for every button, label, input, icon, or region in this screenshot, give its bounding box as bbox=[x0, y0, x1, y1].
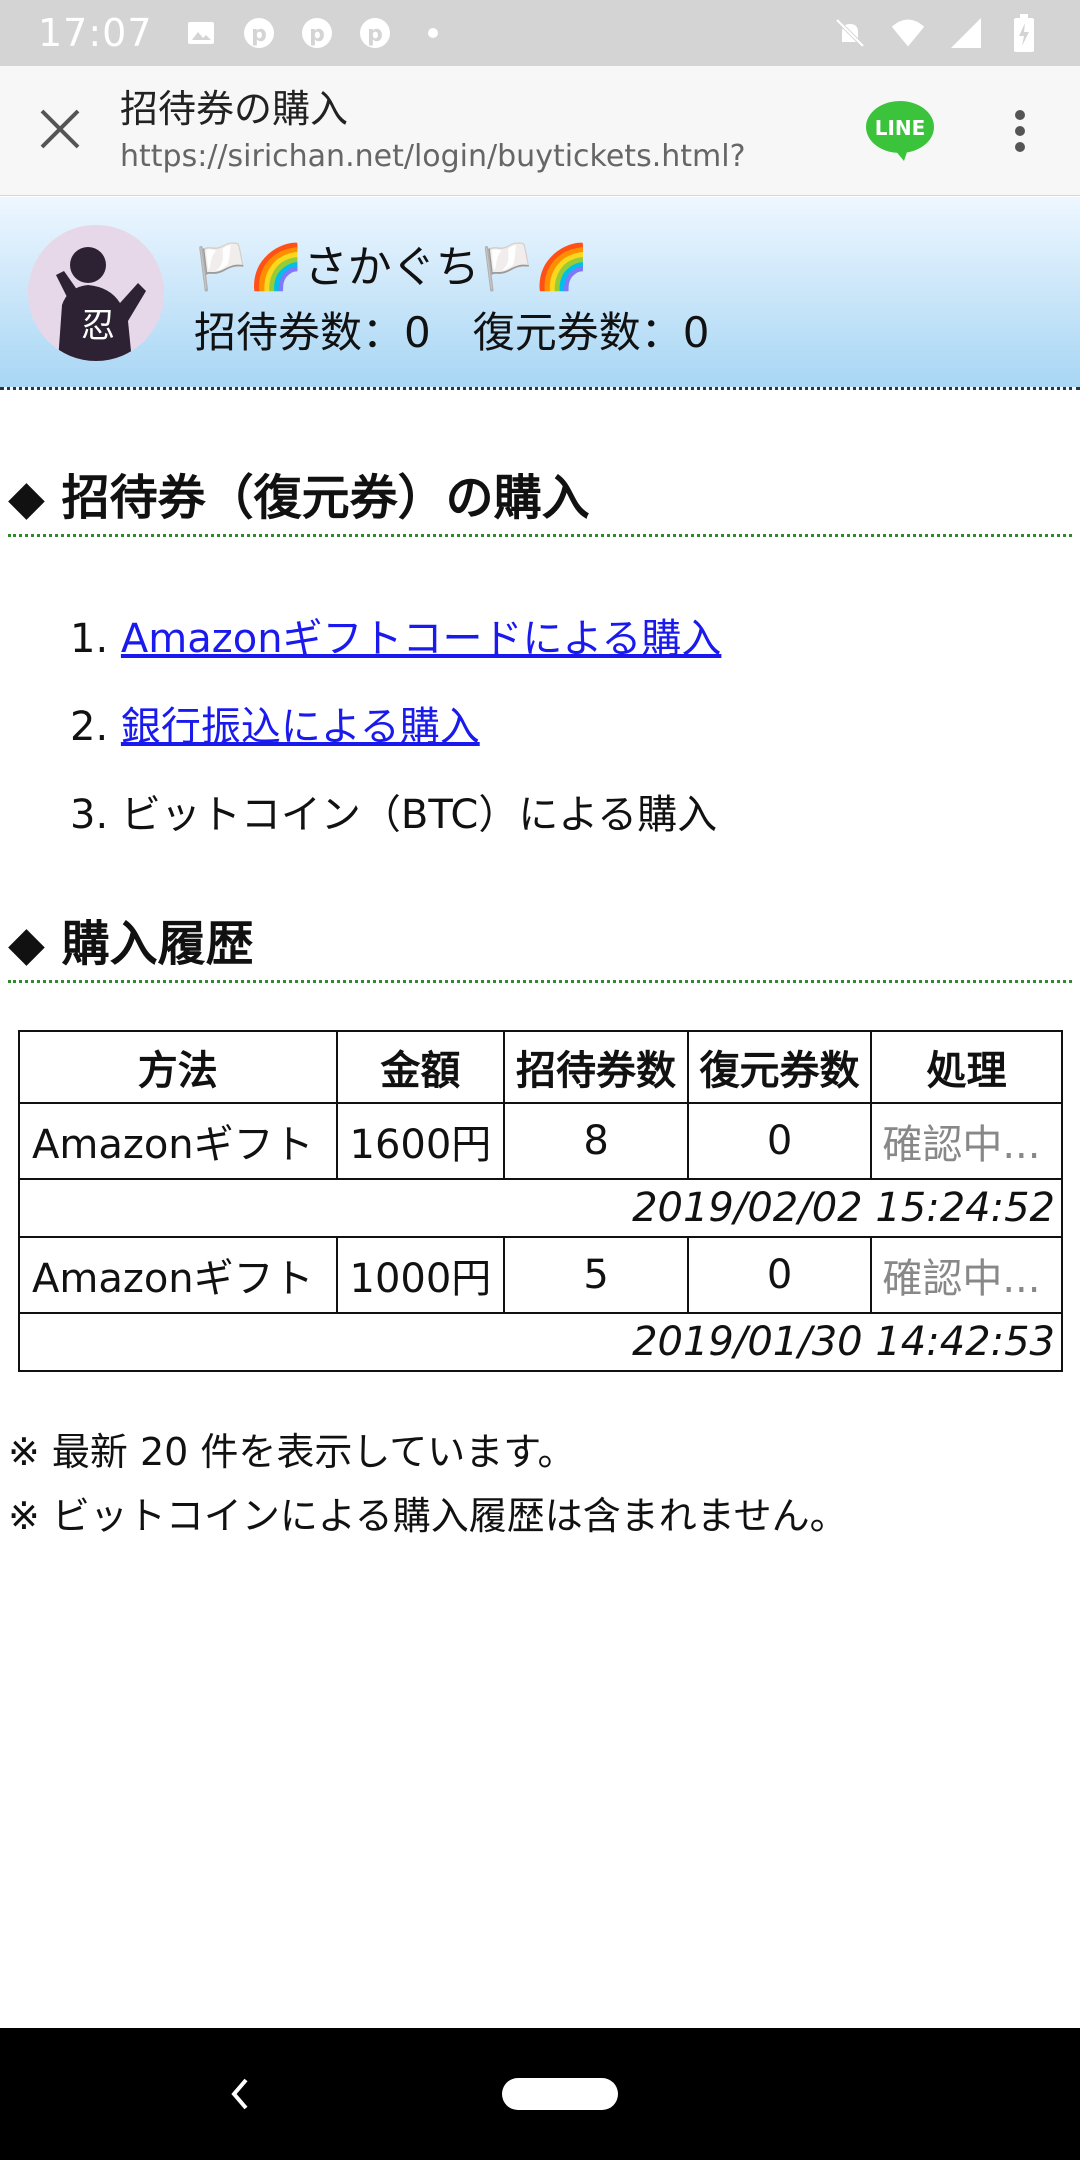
purchase-option-bitcoin: 3. ビットコイン（BTC）による購入 bbox=[70, 771, 721, 859]
back-button[interactable] bbox=[210, 2064, 270, 2124]
page-title-block: 招待券の購入 https://sirichan.net/login/buytic… bbox=[120, 85, 850, 177]
do-not-disturb-icon bbox=[832, 15, 868, 51]
pinterest-notification-icon: p bbox=[299, 15, 335, 51]
column-header-status: 処理 bbox=[870, 1030, 1063, 1104]
svg-text:p: p bbox=[309, 22, 325, 47]
history-section-heading: ◆ 購入履歴 bbox=[8, 904, 1072, 983]
back-chevron-icon bbox=[231, 2078, 248, 2110]
cell-method: Amazonギフト bbox=[18, 1102, 338, 1180]
signal-icon bbox=[948, 15, 984, 51]
image-notification-icon bbox=[183, 15, 219, 51]
avatar-char: 忍 bbox=[81, 306, 115, 346]
status-time: 17:07 bbox=[38, 11, 153, 55]
svg-text:p: p bbox=[367, 22, 383, 47]
table-row: Amazonギフト 1000円 5 0 確認中... bbox=[18, 1236, 1063, 1314]
wifi-icon bbox=[890, 15, 926, 51]
home-button[interactable] bbox=[502, 2078, 618, 2110]
cell-amount: 1600円 bbox=[335, 1102, 506, 1180]
svg-text:p: p bbox=[251, 22, 267, 47]
note-bitcoin-excluded: ※ ビットコインによる購入履歴は含まれません。 bbox=[8, 1494, 848, 1538]
line-share-button[interactable]: LINE bbox=[850, 66, 950, 196]
overflow-menu-button[interactable] bbox=[980, 66, 1060, 196]
cell-amount: 1000円 bbox=[335, 1236, 506, 1314]
table-row-timestamp: 2019/01/30 14:42:53 bbox=[18, 1312, 1063, 1372]
more-notifications-dot-icon bbox=[415, 15, 451, 51]
cell-timestamp: 2019/02/02 15:24:52 bbox=[18, 1178, 1063, 1238]
pinterest-notification-icon: p bbox=[241, 15, 277, 51]
pinterest-notification-icon: p bbox=[357, 15, 393, 51]
navigation-bar bbox=[0, 2028, 1080, 2160]
close-icon bbox=[38, 107, 82, 155]
column-header-restores: 復元券数 bbox=[686, 1030, 873, 1104]
avatar[interactable]: 忍 bbox=[28, 225, 164, 361]
line-icon: LINE bbox=[866, 100, 934, 161]
purchase-options-list: 1. Amazonギフトコードによる購入 2. 銀行振込による購入 3. ビット… bbox=[70, 595, 721, 859]
cell-invites: 8 bbox=[503, 1102, 689, 1180]
cell-restores: 0 bbox=[686, 1236, 873, 1314]
user-name: 🏳️🌈さかぐち🏳️🌈 bbox=[194, 242, 590, 293]
list-number: 2. bbox=[70, 704, 109, 750]
ninja-avatar-icon: 忍 bbox=[28, 225, 164, 361]
purchase-section-heading: ◆ 招待券（復元券）の購入 bbox=[8, 458, 1072, 537]
cell-method: Amazonギフト bbox=[18, 1236, 338, 1314]
table-header-row: 方法 金額 招待券数 復元券数 処理 bbox=[18, 1030, 1063, 1104]
list-number: 1. bbox=[70, 616, 109, 662]
cell-invites: 5 bbox=[503, 1236, 689, 1314]
column-header-invites: 招待券数 bbox=[503, 1030, 689, 1104]
cell-status: 確認中... bbox=[870, 1236, 1063, 1314]
close-button[interactable] bbox=[0, 66, 120, 196]
more-vert-icon bbox=[1015, 109, 1025, 152]
column-header-amount: 金額 bbox=[335, 1030, 506, 1104]
purchase-option-bank: 2. 銀行振込による購入 bbox=[70, 683, 721, 771]
profile-header: 忍 🏳️🌈さかぐち🏳️🌈 招待券数：0 復元券数：0 bbox=[0, 197, 1080, 390]
purchase-history-table: 方法 金額 招待券数 復元券数 処理 Amazonギフト 1600円 8 0 確… bbox=[18, 1030, 1063, 1372]
cell-timestamp: 2019/01/30 14:42:53 bbox=[18, 1312, 1063, 1372]
ticket-counts: 招待券数：0 復元券数：0 bbox=[194, 308, 710, 357]
amazon-gift-purchase-link[interactable]: Amazonギフトコードによる購入 bbox=[121, 616, 721, 662]
line-icon-label: LINE bbox=[875, 116, 926, 140]
column-header-method: 方法 bbox=[18, 1030, 338, 1104]
note-latest-20: ※ 最新 20 件を表示しています。 bbox=[8, 1430, 576, 1474]
history-notes: ※ 最新 20 件を表示しています。 ※ ビットコインによる購入履歴は含まれませ… bbox=[8, 1420, 848, 1548]
table-row: Amazonギフト 1600円 8 0 確認中... bbox=[18, 1102, 1063, 1180]
url-text[interactable]: https://sirichan.net/login/buytickets.ht… bbox=[120, 137, 850, 177]
page-title: 招待券の購入 bbox=[120, 86, 349, 131]
bank-transfer-purchase-link[interactable]: 銀行振込による購入 bbox=[121, 704, 480, 750]
cell-restores: 0 bbox=[686, 1102, 873, 1180]
browser-toolbar: 招待券の購入 https://sirichan.net/login/buytic… bbox=[0, 66, 1080, 196]
bitcoin-purchase-text: ビットコイン（BTC）による購入 bbox=[120, 792, 718, 838]
purchase-option-amazon: 1. Amazonギフトコードによる購入 bbox=[70, 595, 721, 683]
cell-status: 確認中... bbox=[870, 1102, 1063, 1180]
battery-charging-icon bbox=[1006, 14, 1042, 52]
list-number: 3. bbox=[70, 792, 109, 838]
status-bar: 17:07 p p p bbox=[0, 0, 1080, 66]
table-row-timestamp: 2019/02/02 15:24:52 bbox=[18, 1178, 1063, 1238]
